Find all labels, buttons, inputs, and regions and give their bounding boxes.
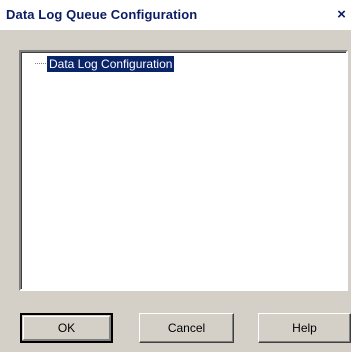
ok-button[interactable]: OK	[20, 313, 113, 343]
tree-connector-line	[35, 63, 46, 65]
title-bar[interactable]: Data Log Queue Configuration ×	[0, 0, 351, 30]
tree-view[interactable]: Data Log Configuration	[19, 50, 348, 291]
close-button[interactable]: ×	[332, 5, 351, 25]
help-button[interactable]: Help	[258, 313, 351, 343]
help-button-label: Help	[292, 321, 317, 335]
ok-button-label: OK	[57, 321, 76, 335]
dialog-client-area: Data Log Configuration OK Cancel Help	[0, 30, 351, 352]
tree-node-label[interactable]: Data Log Configuration	[47, 56, 175, 72]
cancel-button[interactable]: Cancel	[139, 313, 234, 343]
cancel-button-label: Cancel	[167, 321, 206, 335]
tree-node-data-log-configuration[interactable]: Data Log Configuration	[35, 56, 175, 72]
window-title: Data Log Queue Configuration	[6, 7, 198, 22]
dialog-window: Data Log Queue Configuration × Data Log …	[0, 0, 351, 352]
